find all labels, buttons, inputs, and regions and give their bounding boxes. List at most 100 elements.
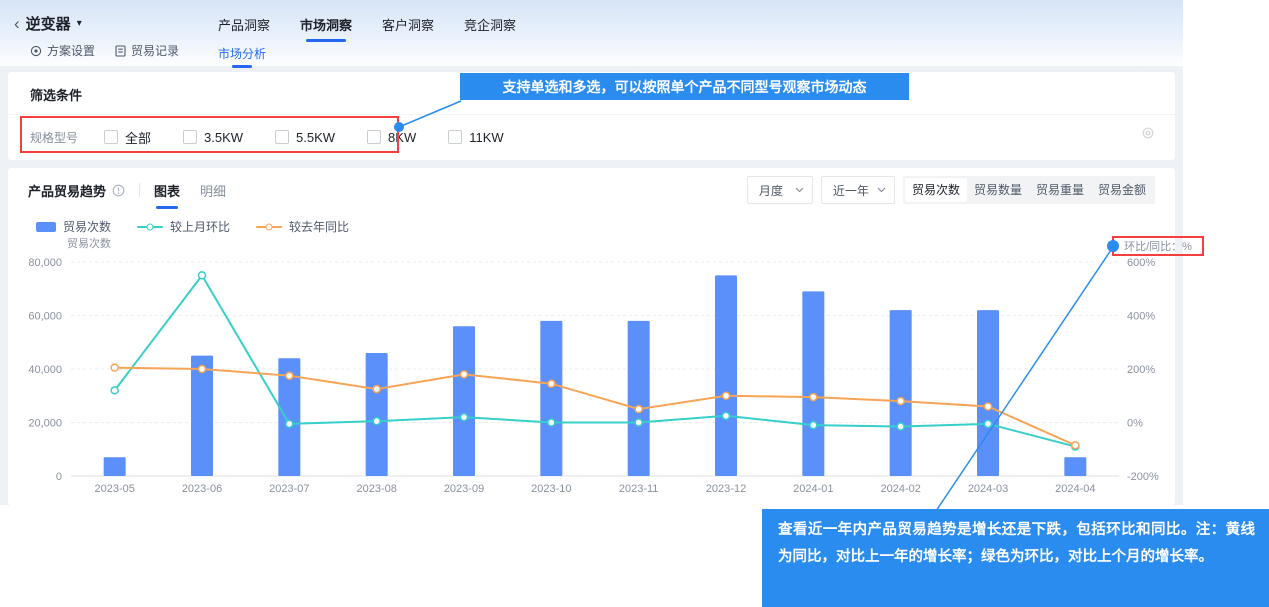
spec-model-filter-row: 规格型号 全部 3.5KW 5.5KW 8KW 11KW (8, 115, 1175, 159)
bar-2023-08[interactable] (366, 353, 388, 476)
x-axis-label: 2024-03 (968, 483, 1008, 495)
svg-text:0%: 0% (1127, 418, 1143, 430)
tab-market-insight[interactable]: 市场洞察 (300, 15, 352, 34)
filter-settings-gear-icon[interactable] (1141, 126, 1155, 140)
bar-2024-01[interactable] (802, 291, 824, 476)
bar-2023-10[interactable] (540, 321, 562, 476)
scheme-settings-button[interactable]: 方案设置 (30, 42, 95, 59)
point-较上月环比-2023-10[interactable] (548, 419, 555, 426)
period-select-value: 月度 (759, 182, 783, 199)
range-select[interactable]: 近一年 (821, 176, 895, 204)
checkbox-5-5kw[interactable]: 5.5KW (275, 130, 335, 145)
point-较上月环比-2023-12[interactable] (723, 412, 730, 419)
svg-text:20,000: 20,000 (28, 418, 62, 430)
checkbox-all-box[interactable] (104, 130, 118, 144)
bar-2024-02[interactable] (890, 310, 912, 476)
chevron-down-icon (877, 187, 886, 193)
point-较去年同比-2023-08[interactable] (373, 386, 380, 393)
point-较去年同比-2024-02[interactable] (897, 398, 904, 405)
checkbox-8kw[interactable]: 8KW (367, 130, 416, 145)
point-较去年同比-2023-10[interactable] (548, 380, 555, 387)
checkbox-11kw-box[interactable] (448, 130, 462, 144)
x-axis-label: 2024-01 (793, 483, 833, 495)
point-较上月环比-2023-11[interactable] (635, 419, 642, 426)
svg-text:600%: 600% (1127, 257, 1155, 269)
point-较上月环比-2023-08[interactable] (373, 418, 380, 425)
period-select[interactable]: 月度 (747, 176, 813, 204)
metric-trade-quantity-button[interactable]: 贸易数量 (967, 178, 1029, 202)
point-较上月环比-2023-07[interactable] (286, 420, 293, 427)
tab-customer-insight[interactable]: 客户洞察 (382, 15, 434, 34)
checkbox-3-5kw[interactable]: 3.5KW (183, 130, 243, 145)
top-header: ‹ 逆变器 ▾ 方案设置 贸易记录 产品洞察 市场洞察 客户洞察 竞企洞察 市场… (0, 0, 1183, 66)
checkbox-11kw[interactable]: 11KW (448, 130, 503, 145)
x-axis-label: 2023-06 (182, 483, 222, 495)
x-axis-label: 2023-12 (706, 483, 746, 495)
tab-competitor-insight[interactable]: 竞企洞察 (464, 15, 516, 34)
view-tab-chart[interactable]: 图表 (154, 181, 180, 200)
metric-button-group: 贸易次数 贸易数量 贸易重量 贸易金额 (903, 176, 1155, 204)
line-较去年同比 (115, 368, 1076, 446)
bar-2024-04[interactable] (1064, 457, 1086, 476)
checkbox-5-5kw-label: 5.5KW (296, 130, 335, 145)
tab-product-insight[interactable]: 产品洞察 (218, 15, 270, 34)
back-chevron-icon[interactable]: ‹ (14, 15, 20, 32)
svg-text:200%: 200% (1127, 364, 1155, 376)
bar-2023-12[interactable] (715, 275, 737, 476)
point-较上月环比-2023-09[interactable] (461, 414, 468, 421)
checkbox-8kw-box[interactable] (367, 130, 381, 144)
bar-2023-05[interactable] (104, 457, 126, 476)
spec-model-label: 规格型号 (30, 129, 104, 146)
point-较去年同比-2023-05[interactable] (111, 364, 118, 371)
point-较去年同比-2024-01[interactable] (810, 394, 817, 401)
point-较去年同比-2023-06[interactable] (199, 366, 206, 373)
title-dropdown-caret-icon[interactable]: ▾ (77, 18, 82, 29)
svg-text:60,000: 60,000 (28, 311, 62, 323)
trade-trend-panel: 产品贸易趋势 图表 明细 月度 近一年 贸易次数 贸易数量 (8, 168, 1175, 505)
trade-trend-chart: 80,000600%60,000400%40,000200%20,0000%0-… (16, 232, 1167, 498)
svg-text:80,000: 80,000 (28, 257, 62, 269)
info-icon[interactable] (112, 184, 125, 197)
point-较上月环比-2024-01[interactable] (810, 422, 817, 429)
checkbox-5-5kw-box[interactable] (275, 130, 289, 144)
metric-trade-weight-button[interactable]: 贸易重量 (1029, 178, 1091, 202)
x-axis-label: 2023-08 (356, 483, 396, 495)
trade-records-button[interactable]: 贸易记录 (115, 42, 179, 59)
metric-trade-amount-button[interactable]: 贸易金额 (1091, 178, 1153, 202)
checkbox-8kw-label: 8KW (388, 130, 416, 145)
svg-text:400%: 400% (1127, 311, 1155, 323)
point-较上月环比-2024-03[interactable] (985, 420, 992, 427)
point-较上月环比-2024-02[interactable] (897, 423, 904, 430)
x-axis-label: 2023-07 (269, 483, 309, 495)
point-较去年同比-2023-09[interactable] (461, 371, 468, 378)
bar-2023-11[interactable] (628, 321, 650, 476)
trend-header: 产品贸易趋势 图表 明细 月度 近一年 贸易次数 贸易数量 (8, 168, 1175, 212)
point-较去年同比-2023-11[interactable] (635, 406, 642, 413)
x-axis-label: 2024-04 (1055, 483, 1095, 495)
line-swatch-icon (137, 222, 163, 232)
checkbox-3-5kw-box[interactable] (183, 130, 197, 144)
bar-2023-06[interactable] (191, 356, 213, 476)
point-较去年同比-2023-12[interactable] (723, 392, 730, 399)
bar-swatch-icon (36, 222, 56, 232)
svg-text:0: 0 (56, 471, 62, 483)
header-divider (139, 183, 140, 197)
bar-2023-09[interactable] (453, 326, 475, 476)
x-axis-label: 2024-02 (880, 483, 920, 495)
x-axis-label: 2023-11 (619, 483, 659, 495)
range-select-value: 近一年 (833, 182, 869, 199)
checkbox-all[interactable]: 全部 (104, 128, 151, 147)
point-较去年同比-2023-07[interactable] (286, 372, 293, 379)
subtab-market-analysis[interactable]: 市场分析 (218, 45, 266, 62)
x-axis-label: 2023-10 (531, 483, 571, 495)
point-较上月环比-2023-06[interactable] (199, 272, 206, 279)
view-tab-detail[interactable]: 明细 (200, 181, 226, 200)
left-axis-label: 贸易次数 (67, 236, 111, 250)
product-title[interactable]: 逆变器 (26, 13, 71, 34)
metric-trade-count-button[interactable]: 贸易次数 (905, 178, 967, 202)
bar-2024-03[interactable] (977, 310, 999, 476)
chevron-down-icon (795, 187, 804, 193)
point-较去年同比-2024-04[interactable] (1072, 442, 1079, 449)
point-较去年同比-2024-03[interactable] (985, 403, 992, 410)
point-较上月环比-2023-05[interactable] (111, 387, 118, 394)
